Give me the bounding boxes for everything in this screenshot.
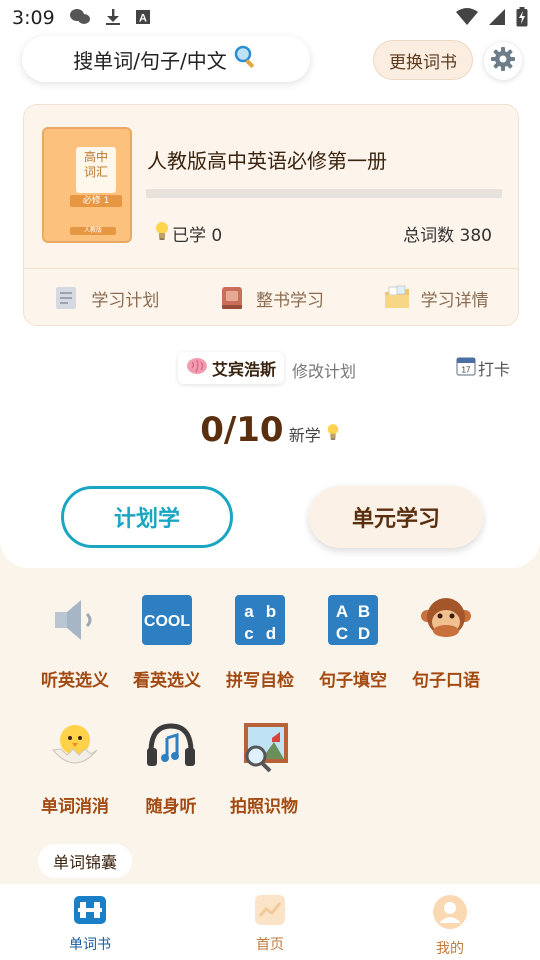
whole-book-study-button[interactable]: 整书学习 xyxy=(189,269,354,327)
plan-study-button[interactable]: 计划学 xyxy=(61,486,233,548)
bottom-nav: 单词书 首页 我的 xyxy=(0,884,540,960)
plan-method-label: 艾宾浩斯 xyxy=(212,360,277,379)
nav-profile-label: 我的 xyxy=(436,941,464,957)
wifi-icon xyxy=(456,7,478,29)
status-bar: 3:09 A xyxy=(0,0,540,36)
plan-doc-icon xyxy=(53,284,81,312)
cover-foot: 人教版 xyxy=(70,227,116,235)
calendar-icon: 17 xyxy=(456,356,476,380)
home-chart-icon xyxy=(254,894,286,930)
study-details-button[interactable]: 学习详情 xyxy=(353,269,518,327)
modify-plan-link[interactable]: 修改计划 xyxy=(292,358,356,382)
settings-button[interactable] xyxy=(484,42,522,80)
learned-count: 已学 0 xyxy=(154,221,222,246)
total-words: 总词数 380 xyxy=(403,226,492,246)
nav-profile[interactable]: 我的 xyxy=(360,884,540,960)
tile-listen-anywhere[interactable]: 随身听 xyxy=(126,718,216,817)
nav-home[interactable]: 首页 xyxy=(180,884,360,960)
study-plan-label: 学习计划 xyxy=(91,290,160,311)
abcd-upper-icon: ABCD xyxy=(325,592,381,648)
plan-method-badge[interactable]: 艾宾浩斯 xyxy=(178,352,285,384)
book-cover: 高中 词汇 必修 1 人教版 xyxy=(42,127,132,243)
tile-photo-recognize[interactable]: 拍照识物 xyxy=(219,718,309,817)
cover-band: 必修 1 xyxy=(70,195,122,207)
study-plan-button[interactable]: 学习计划 xyxy=(24,269,189,327)
svg-text:17: 17 xyxy=(462,366,471,375)
a-icon: A xyxy=(135,9,151,28)
search-label: 搜单词/句子/中文 xyxy=(73,48,227,73)
counter-unit: 新学 xyxy=(288,426,321,445)
signal-icon xyxy=(488,8,506,29)
tile-label: 句子口语 xyxy=(412,671,480,691)
wordbook-icon xyxy=(72,894,108,930)
book-title: 人教版高中英语必修第一册 xyxy=(147,149,387,173)
tile-label: 随身听 xyxy=(145,797,197,817)
cool-icon-text: COOL xyxy=(144,613,190,630)
brain-icon xyxy=(186,357,208,379)
tile-spell-check[interactable]: abcd 拼写自检 xyxy=(215,592,305,691)
progress-bar xyxy=(146,189,502,198)
svg-text:d: d xyxy=(266,624,276,643)
svg-text:C: C xyxy=(336,624,348,643)
photo-magnifier-icon xyxy=(236,718,292,774)
nav-wordbook[interactable]: 单词书 xyxy=(0,884,180,960)
tile-sentence-fill[interactable]: ABCD 句子填空 xyxy=(308,592,398,691)
change-book-button[interactable]: 更换词书 xyxy=(373,40,473,80)
new-words-counter: 0/10 新学 xyxy=(0,410,540,450)
tile-label: 听英选义 xyxy=(41,671,109,691)
counter-value: 0/10 xyxy=(200,410,284,450)
abcd-lower-icon: abcd xyxy=(232,592,288,648)
study-details-label: 学习详情 xyxy=(420,290,489,311)
tile-label: 拼写自检 xyxy=(226,671,294,691)
whole-book-label: 整书学习 xyxy=(256,290,324,311)
book-actions: 学习计划 整书学习 学习详情 xyxy=(24,269,518,327)
nav-home-label: 首页 xyxy=(256,937,284,953)
word-tips-chip[interactable]: 单词锦囊 xyxy=(38,844,133,878)
search-icon xyxy=(233,44,259,75)
headphones-music-icon xyxy=(143,718,199,774)
tile-label: 看英选义 xyxy=(133,671,201,691)
cool-icon: COOL xyxy=(139,592,195,648)
svg-text:a: a xyxy=(244,602,254,621)
lightbulb-icon xyxy=(154,221,170,246)
speaker-icon xyxy=(47,592,103,648)
speak-no-evil-monkey-icon xyxy=(418,592,474,648)
cover-text: 高中 词汇 xyxy=(76,147,116,193)
book-card[interactable]: 高中 词汇 必修 1 人教版 人教版高中英语必修第一册 已学 0 总词数 380… xyxy=(23,104,519,326)
folder-icon xyxy=(383,284,411,312)
hatching-chick-icon xyxy=(47,718,103,774)
svg-text:b: b xyxy=(266,602,276,621)
status-time: 3:09 xyxy=(12,7,55,29)
tile-label: 句子填空 xyxy=(319,671,387,691)
checkin-button[interactable]: 17 打卡 xyxy=(456,356,510,380)
svg-text:c: c xyxy=(244,624,253,643)
tile-sentence-oral[interactable]: 句子口语 xyxy=(401,592,491,691)
top-panel: 搜单词/句子/中文 更换词书 高中 词汇 必修 1 人教版 人教版高中英语必修第… xyxy=(0,36,540,568)
profile-icon xyxy=(432,894,468,934)
svg-text:B: B xyxy=(358,602,370,621)
download-icon xyxy=(105,8,121,29)
lightbulb-icon xyxy=(326,424,340,445)
tile-label: 拍照识物 xyxy=(230,797,298,817)
tile-listen-choose[interactable]: 听英选义 xyxy=(30,592,120,691)
search-button[interactable]: 搜单词/句子/中文 xyxy=(22,36,310,82)
book-icon xyxy=(218,284,246,312)
svg-text:A: A xyxy=(139,12,147,24)
checkin-label: 打卡 xyxy=(478,360,511,379)
battery-charging-icon xyxy=(516,6,528,30)
unit-study-button[interactable]: 单元学习 xyxy=(309,486,483,548)
learned-label: 已学 0 xyxy=(172,226,223,246)
gear-icon xyxy=(490,46,516,76)
plan-row: 艾宾浩斯 修改计划 17 打卡 xyxy=(0,352,540,388)
wechat-icon xyxy=(69,8,91,29)
svg-text:D: D xyxy=(358,624,370,643)
nav-wordbook-label: 单词书 xyxy=(69,937,111,953)
tile-label: 单词消消 xyxy=(41,797,109,817)
tile-word-match[interactable]: 单词消消 xyxy=(30,718,120,817)
svg-text:A: A xyxy=(336,602,348,621)
tile-read-choose[interactable]: COOL 看英选义 xyxy=(122,592,212,691)
